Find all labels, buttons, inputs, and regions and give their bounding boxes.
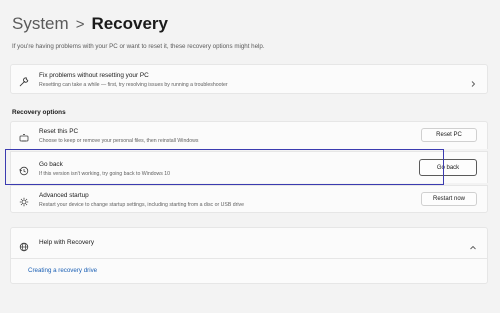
restart-now-button[interactable]: Restart now <box>421 192 477 206</box>
help-title[interactable]: Help with Recovery <box>39 239 94 246</box>
advanced-startup-description: Restart your device to change startup se… <box>39 202 245 208</box>
chevron-right-icon <box>469 75 477 87</box>
go-back-button[interactable]: Go back <box>419 159 477 176</box>
fix-problems-card[interactable]: Fix problems without resetting your PC R… <box>10 64 488 94</box>
fix-problems-title: Fix problems without resetting your PC <box>39 72 149 79</box>
wrench-icon <box>19 74 29 87</box>
advanced-startup-icon <box>19 194 29 207</box>
reset-pc-icon <box>19 130 29 142</box>
help-card: Help with Recovery <box>10 227 488 284</box>
reset-pc-description: Choose to keep or remove your personal f… <box>39 138 199 144</box>
reset-pc-title: Reset this PC <box>39 128 79 135</box>
go-back-card: Go back If this version isn't working, t… <box>10 151 488 183</box>
advanced-startup-title: Advanced startup <box>39 192 89 199</box>
reset-pc-button[interactable]: Reset PC <box>421 128 477 142</box>
go-back-title: Go back <box>39 161 63 168</box>
history-icon <box>19 163 29 176</box>
fix-problems-description: Resetting can take a while — first, try … <box>39 82 228 88</box>
recovery-options-heading: Recovery options <box>12 109 66 116</box>
advanced-startup-card: Advanced startup Restart your device to … <box>10 185 488 213</box>
page-title: Recovery <box>91 14 169 33</box>
breadcrumb-separator: > <box>75 15 85 33</box>
page-subtitle: If you're having problems with your PC o… <box>12 43 265 50</box>
help-divider <box>10 258 488 259</box>
reset-pc-card: Reset this PC Choose to keep or remove y… <box>10 121 488 149</box>
go-back-description: If this version isn't working, try going… <box>39 171 171 177</box>
recovery-drive-link[interactable]: Creating a recovery drive <box>28 267 97 274</box>
breadcrumb: System > Recovery <box>12 14 168 34</box>
breadcrumb-system[interactable]: System <box>12 14 69 34</box>
chevron-up-icon[interactable] <box>469 239 477 250</box>
globe-icon <box>19 239 29 252</box>
